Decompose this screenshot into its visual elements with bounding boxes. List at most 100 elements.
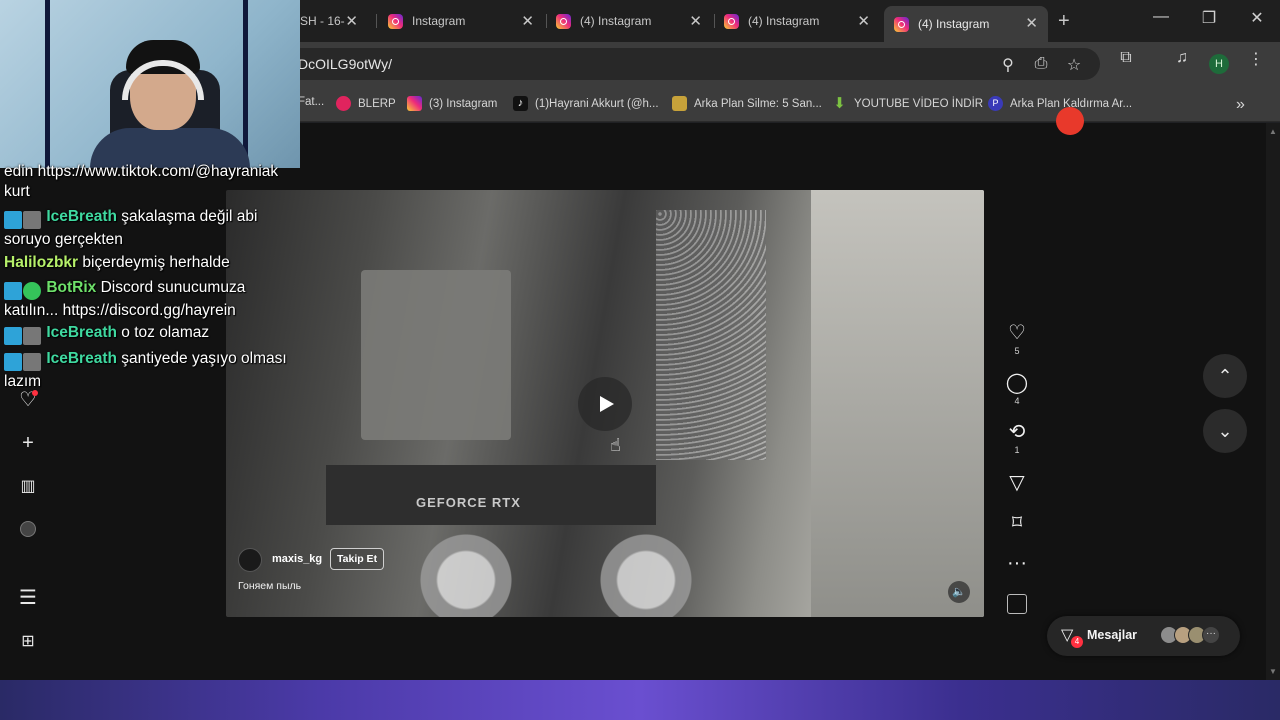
tab-5-active[interactable]: (4) Instagram ✕	[884, 6, 1048, 42]
instagram-icon	[388, 13, 403, 29]
owner-username[interactable]: maxis_kg	[272, 553, 322, 565]
download-icon: ⬇	[833, 95, 846, 112]
close-icon[interactable]: ✕	[1025, 14, 1038, 32]
side-glass	[811, 190, 984, 617]
user-badge-icon	[23, 210, 41, 229]
chat-message: edin https://www.tiktok.com/@hayraniak k…	[4, 162, 300, 202]
bookmark-5[interactable]: Arka Plan Silme: 5 San...	[672, 96, 822, 111]
close-icon[interactable]: ✕	[689, 12, 702, 30]
chat-badges	[4, 352, 42, 372]
close-icon[interactable]: ✕	[521, 12, 534, 30]
page-scrollbar[interactable]: ▲ ▼	[1266, 123, 1280, 680]
tab-4[interactable]: (4) Instagram ✕	[714, 6, 880, 36]
bookmark-7[interactable]: P Arka Plan Kaldırma Ar...	[988, 96, 1132, 111]
chat-username: IceBreath	[46, 324, 117, 341]
more-dots-icon: ···	[1202, 626, 1220, 644]
more-dots-icon[interactable]: ···	[1004, 552, 1030, 574]
chat-message: Halilozbkr biçerdeymiş herhalde	[4, 253, 300, 273]
verified-badge-icon	[23, 281, 41, 300]
tab-title: Instagram	[412, 14, 466, 28]
scroll-down-icon[interactable]: ▼	[1269, 667, 1277, 676]
comment-icon[interactable]: ◯	[1004, 372, 1030, 394]
save-action[interactable]: ⌑	[1004, 512, 1030, 534]
restore-icon[interactable]: ❐	[1186, 8, 1232, 28]
led-strip	[243, 0, 248, 168]
chat-username: BotRix	[46, 279, 97, 296]
media-controls-icon[interactable]: ♫	[1172, 49, 1192, 67]
desktop-wallpaper	[0, 680, 1280, 720]
layers-icon	[672, 96, 687, 111]
share-action[interactable]: ▽	[1004, 472, 1030, 494]
profile-avatar[interactable]	[16, 519, 40, 543]
bookmark-3[interactable]: (3) Instagram	[407, 96, 497, 111]
next-reel-button[interactable]: ⌄	[1203, 409, 1247, 453]
user-badge-icon	[23, 352, 41, 371]
tab-1[interactable]: SH - 16- ✕	[290, 6, 368, 36]
url-text: DcOILG9otWy/	[298, 56, 393, 72]
previous-reel-button[interactable]: ⌃	[1203, 354, 1247, 398]
user-badge-icon	[23, 326, 41, 345]
instagram-icon	[894, 16, 909, 32]
zoom-icon[interactable]: ⚲	[998, 55, 1018, 75]
menu-kebab-icon[interactable]: ⋮	[1246, 49, 1266, 69]
hand-cursor-icon: ☝	[610, 435, 621, 455]
webcam-overlay	[0, 0, 300, 168]
bookmark-4[interactable]: ♪ (1)Hayrani Akkurt (@h...	[513, 96, 659, 111]
close-icon[interactable]: ✕	[857, 12, 870, 30]
chat-message: BotRix Discord sunucumuza katılın... htt…	[4, 278, 300, 321]
create-plus-icon[interactable]: +	[16, 431, 40, 455]
tab-divider	[376, 14, 377, 28]
chat-message: IceBreath şakalaşma değil abi soruyo ger…	[4, 207, 300, 250]
comment-action[interactable]: ◯ 4	[1004, 372, 1030, 406]
repost-icon[interactable]: ⟲	[1004, 421, 1030, 443]
bookmark-save-icon[interactable]: ⌑	[1004, 512, 1030, 534]
extensions-icon[interactable]: ⧉	[1116, 49, 1136, 67]
tab-2[interactable]: Instagram ✕	[378, 6, 544, 36]
owner-avatar[interactable]	[238, 548, 262, 572]
messages-label: Mesajlar	[1087, 628, 1138, 642]
instagram-icon	[556, 13, 571, 29]
play-button[interactable]	[578, 377, 632, 431]
mute-icon[interactable]: 🔈	[948, 581, 970, 603]
more-bookmarks-icon[interactable]: »	[1236, 96, 1245, 114]
like-action[interactable]: ♡ 5	[1004, 322, 1030, 356]
heart-icon[interactable]: ♡	[1004, 322, 1030, 344]
chat-username: Halilozbkr	[4, 254, 79, 271]
sub-badge-icon	[4, 210, 22, 229]
plus-icon[interactable]: +	[1058, 10, 1070, 33]
bookmark-1[interactable]: Fat...	[298, 96, 324, 108]
install-app-icon[interactable]: ⎙	[1031, 55, 1051, 73]
dashboard-icon[interactable]: ▥	[16, 475, 40, 499]
follow-button[interactable]: Takip Et	[330, 548, 385, 570]
sub-badge-icon	[4, 326, 22, 345]
bookmark-label: (1)Hayrani Akkurt (@h...	[535, 97, 659, 110]
bookmark-label: (3) Instagram	[429, 97, 498, 110]
messages-button[interactable]: ▽ 4 Mesajlar ···	[1047, 616, 1240, 656]
minimize-icon[interactable]: —	[1138, 8, 1184, 26]
close-icon[interactable]: ✕	[345, 12, 358, 30]
also-from-meta-icon[interactable]: ⊞	[16, 630, 40, 654]
audio-thumbnail[interactable]	[1007, 594, 1027, 614]
share-icon[interactable]: ▽	[1004, 472, 1030, 494]
scroll-up-icon[interactable]: ▲	[1269, 127, 1277, 136]
bookmark-6[interactable]: ⬇ YOUTUBE VİDEO İNDİR	[832, 96, 983, 111]
cpu-cooler	[361, 270, 511, 440]
hamburger-menu-icon[interactable]: ☰	[16, 586, 40, 610]
window-close-icon[interactable]: ✕	[1234, 8, 1280, 28]
chat-text: o toz olamaz	[121, 324, 210, 341]
more-options[interactable]: ···	[1004, 552, 1030, 574]
messages-badge: 4	[1071, 636, 1083, 648]
tab-3[interactable]: (4) Instagram ✕	[546, 6, 712, 36]
p-logo-icon: P	[988, 96, 1003, 111]
comment-count: 4	[1014, 396, 1020, 406]
blerp-icon	[336, 96, 351, 111]
profile-avatar[interactable]: H	[1209, 54, 1229, 74]
star-icon[interactable]: ☆	[1064, 55, 1084, 75]
tiktok-icon: ♪	[513, 96, 528, 111]
instagram-icon	[407, 96, 422, 111]
led-strip	[45, 0, 50, 168]
repost-action[interactable]: ⟲ 1	[1004, 421, 1030, 455]
bookmark-label: BLERP	[358, 97, 396, 110]
bookmark-2[interactable]: BLERP	[336, 96, 396, 111]
reel-video[interactable]: GEFORCE RTX ☝ maxis_kg Takip Et Гоняем п…	[226, 190, 984, 617]
